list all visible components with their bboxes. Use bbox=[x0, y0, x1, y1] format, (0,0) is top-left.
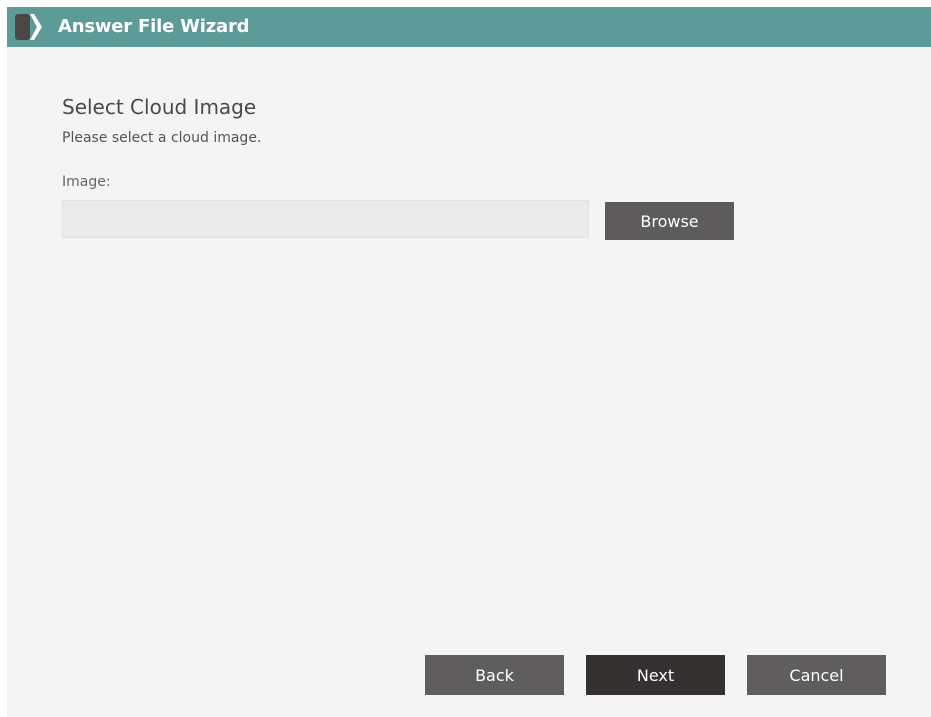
next-button[interactable]: Next bbox=[586, 655, 725, 695]
wizard-window: Answer File Wizard Select Cloud Image Pl… bbox=[7, 7, 931, 717]
image-path-input[interactable] bbox=[62, 200, 589, 238]
image-field-label: Image: bbox=[62, 174, 111, 190]
page-subtitle: Please select a cloud image. bbox=[62, 130, 262, 146]
back-button[interactable]: Back bbox=[425, 655, 564, 695]
window-title: Answer File Wizard bbox=[58, 16, 250, 37]
cancel-button[interactable]: Cancel bbox=[747, 655, 886, 695]
browse-button[interactable]: Browse bbox=[605, 202, 734, 240]
page-title: Select Cloud Image bbox=[62, 95, 257, 119]
title-bar: Answer File Wizard bbox=[7, 7, 931, 47]
chevron-logo-icon bbox=[15, 14, 42, 40]
